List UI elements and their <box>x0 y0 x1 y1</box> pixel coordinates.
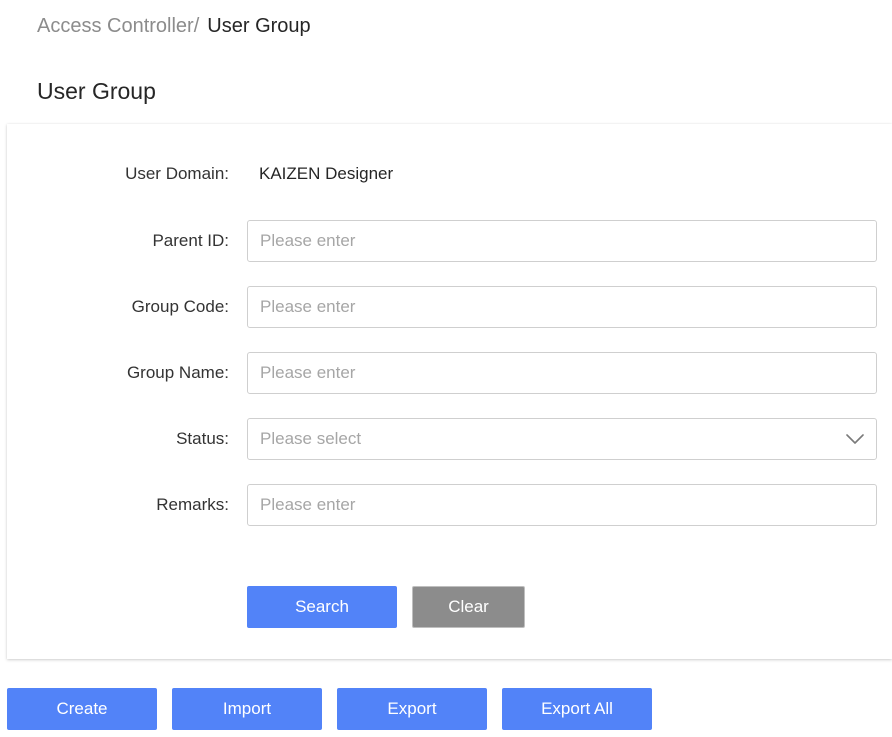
group-code-input[interactable] <box>247 286 877 328</box>
import-button[interactable]: Import <box>172 688 322 730</box>
group-name-input[interactable] <box>247 352 877 394</box>
page-title: User Group <box>37 78 156 104</box>
page: Access Controller/User Group User Group … <box>0 0 892 737</box>
breadcrumb: Access Controller/User Group <box>37 13 311 39</box>
group-name-row: Group Name: <box>7 352 892 394</box>
clear-button[interactable]: Clear <box>412 586 525 628</box>
chevron-down-icon <box>846 434 864 444</box>
group-code-row: Group Code: <box>7 286 892 328</box>
search-button[interactable]: Search <box>247 586 397 628</box>
breadcrumb-current: User Group <box>207 15 311 37</box>
user-domain-value: KAIZEN Designer <box>259 164 394 183</box>
breadcrumb-parent-link[interactable]: Access Controller/ <box>37 15 199 37</box>
status-label: Status: <box>176 429 229 448</box>
export-all-button[interactable]: Export All <box>502 688 652 730</box>
search-form-panel: User Domain: KAIZEN Designer Parent ID: … <box>7 124 892 659</box>
parent-id-label: Parent ID: <box>152 231 229 250</box>
status-select[interactable]: Please select <box>247 418 877 460</box>
user-domain-row: User Domain: KAIZEN Designer <box>7 153 892 195</box>
remarks-input[interactable] <box>247 484 877 526</box>
parent-id-row: Parent ID: <box>7 220 892 262</box>
remarks-row: Remarks: <box>7 484 892 526</box>
create-button[interactable]: Create <box>7 688 157 730</box>
export-button[interactable]: Export <box>337 688 487 730</box>
user-domain-label: User Domain: <box>125 164 229 183</box>
status-row: Status: Please select <box>7 418 892 460</box>
status-select-placeholder: Please select <box>260 429 362 448</box>
group-code-label: Group Code: <box>131 297 229 316</box>
remarks-label: Remarks: <box>156 495 229 514</box>
parent-id-input[interactable] <box>247 220 877 262</box>
group-name-label: Group Name: <box>126 363 229 382</box>
